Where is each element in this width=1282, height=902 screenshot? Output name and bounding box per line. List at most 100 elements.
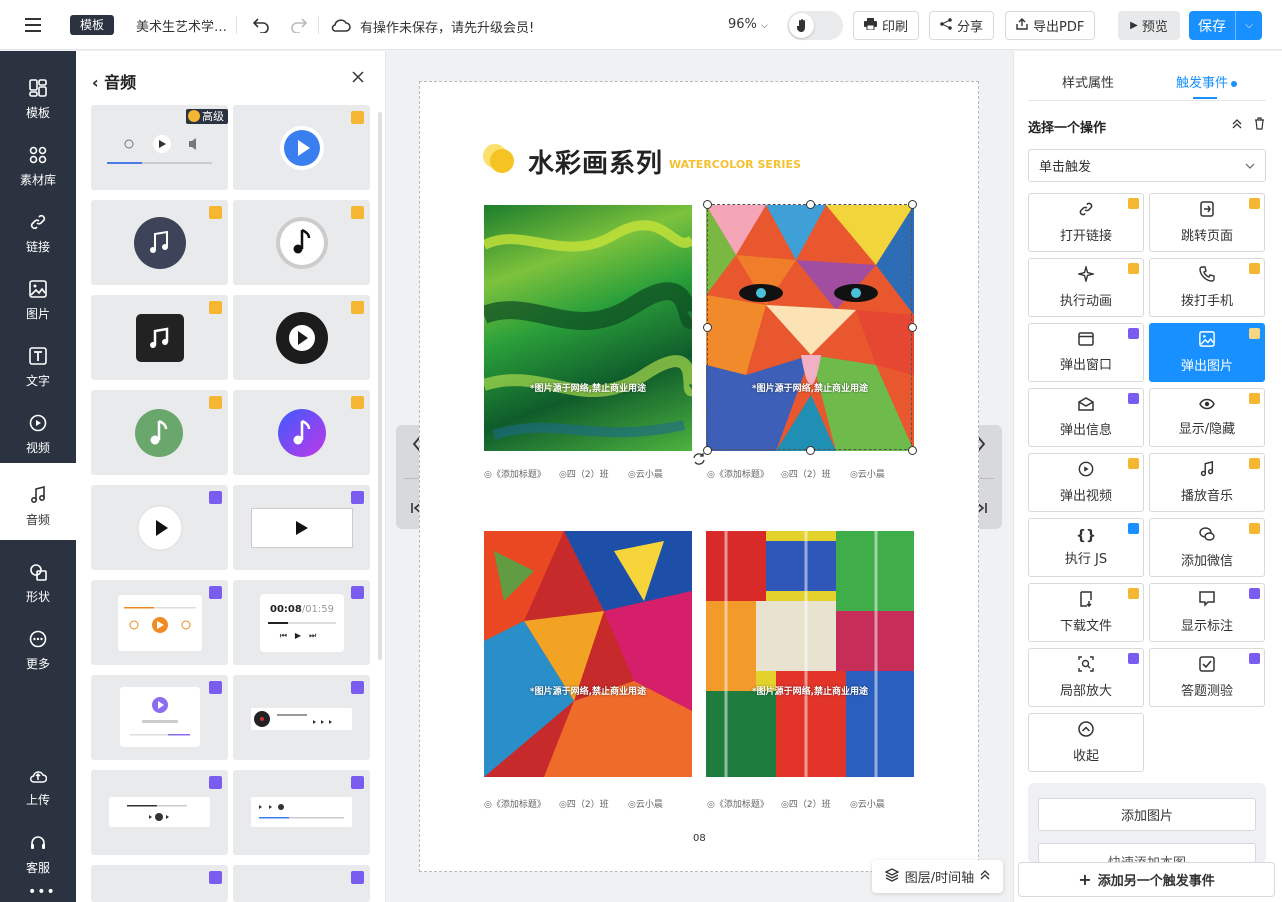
nav-item-template[interactable]: 模板 (0, 66, 76, 133)
save-dropdown-chevron-icon[interactable]: ⌵ (1235, 11, 1262, 40)
resize-handle[interactable] (703, 200, 712, 209)
resize-handle[interactable] (908, 200, 917, 209)
action-popup-image-button[interactable]: 弹出图片 (1149, 323, 1265, 382)
nav-item-upload[interactable]: 上传 (0, 754, 76, 821)
nav-item-image[interactable]: 图片 (0, 267, 76, 334)
audio-tile-blue-play[interactable] (233, 105, 370, 190)
caption-class[interactable]: ◎四（2）班 (559, 797, 609, 810)
resize-handle[interactable] (806, 200, 815, 209)
share-button[interactable]: 分享 (929, 11, 995, 40)
export-pdf-button[interactable]: 导出PDF (1005, 11, 1096, 40)
tab-style-properties[interactable]: 样式属性 (1062, 72, 1114, 91)
caption-name[interactable]: ◎云小晨 (628, 467, 663, 480)
nav-item-link[interactable]: 链接 (0, 200, 76, 267)
collapse-up-icon[interactable] (1231, 118, 1243, 134)
nav-item-materials[interactable]: 素材库 (0, 133, 76, 200)
redo-icon[interactable] (288, 14, 310, 36)
caption-name[interactable]: ◎云小晨 (850, 797, 885, 810)
selection-frame[interactable] (707, 204, 912, 450)
save-button[interactable]: 保存 ⌵ (1189, 11, 1262, 40)
hand-mode-toggle[interactable] (787, 11, 843, 40)
preview-button[interactable]: ▶ 预览 (1118, 11, 1180, 40)
layer-timeline-button[interactable]: 图层/时间轴 (872, 860, 1003, 893)
audio-tile-partial[interactable] (91, 865, 228, 902)
action-animation-button[interactable]: 执行动画 (1028, 258, 1144, 317)
panel-header[interactable]: ‹ 音频 (92, 69, 136, 93)
add-image-button[interactable]: 添加图片 (1038, 798, 1256, 831)
resize-handle[interactable] (908, 446, 917, 455)
audio-tile-square-note[interactable] (91, 295, 228, 380)
audio-tile-partial[interactable] (233, 865, 370, 902)
audio-tile-time-player[interactable]: 00:08/01:59 ⏮▶⏭ (233, 580, 370, 665)
action-jump-page-button[interactable]: 跳转页面 (1149, 193, 1265, 252)
action-play-music-button[interactable]: 播放音乐 (1149, 453, 1265, 512)
chevron-up-icon (980, 869, 990, 884)
nav-item-video[interactable]: 视频 (0, 401, 76, 468)
add-trigger-event-button[interactable]: + 添加另一个触发事件 (1018, 862, 1275, 897)
resize-handle[interactable] (806, 446, 815, 455)
caption-title[interactable]: ◎《添加标题》 (707, 467, 769, 480)
caption-title[interactable]: ◎《添加标题》 (484, 797, 546, 810)
action-phone-call-button[interactable]: 拨打手机 (1149, 258, 1265, 317)
caption-class[interactable]: ◎四（2）班 (781, 797, 831, 810)
action-show-hide-button[interactable]: 显示/隐藏 (1149, 388, 1265, 447)
close-icon[interactable] (350, 69, 366, 85)
painting-abstract-warm[interactable]: *图片源于网络,禁止商业用途 (484, 531, 692, 777)
document-title[interactable]: 美术生艺术学… (136, 16, 227, 35)
action-popup-video-button[interactable]: 弹出视频 (1028, 453, 1144, 512)
audio-tile-purple-player[interactable] (91, 675, 228, 760)
quick-add-image-button[interactable]: 快速添加本图 (1038, 843, 1256, 863)
audio-tile-rect-play[interactable] (233, 485, 370, 570)
panel-scrollbar[interactable] (378, 112, 382, 660)
action-show-annotation-button[interactable]: 显示标注 (1149, 583, 1265, 642)
nav-item-shape[interactable]: 形状 (0, 550, 76, 617)
painting-green[interactable]: *图片源于网络,禁止商业用途 (484, 205, 692, 451)
caption-title[interactable]: ◎《添加标题》 (707, 797, 769, 810)
audio-tile-compact-player[interactable] (233, 770, 370, 855)
tab-trigger-events[interactable]: 触发事件 (1176, 72, 1238, 91)
undo-icon[interactable] (250, 14, 272, 36)
action-quiz-button[interactable]: 答题测验 (1149, 648, 1265, 707)
resize-handle[interactable] (908, 323, 917, 332)
painting-abstract-bright[interactable]: *图片源于网络,禁止商业用途 (706, 531, 914, 777)
audio-tile-white-circle-play[interactable] (91, 485, 228, 570)
hamburger-menu-icon[interactable] (22, 13, 44, 37)
caption-name[interactable]: ◎云小晨 (850, 467, 885, 480)
nav-item-audio[interactable]: 音频 (0, 473, 76, 540)
caption-class[interactable]: ◎四（2）班 (559, 467, 609, 480)
audio-tile-vinyl-play[interactable] (233, 295, 370, 380)
action-zoom-region-button[interactable]: 局部放大 (1028, 648, 1144, 707)
audio-tile-player-basic[interactable]: 高级 (91, 105, 228, 190)
audio-tile-record-bar[interactable] (233, 675, 370, 760)
nav-item-text[interactable]: 文字 (0, 334, 76, 401)
action-open-link-button[interactable]: 打开链接 (1028, 193, 1144, 252)
chevron-down-icon (1245, 158, 1255, 173)
page-subtitle[interactable]: WATERCOLOR SERIES (669, 158, 801, 171)
action-run-js-button[interactable]: {} 执行 JS (1028, 518, 1144, 577)
rotate-handle-icon[interactable] (692, 452, 706, 470)
action-label: 跳转页面 (1180, 229, 1233, 244)
nav-item-support[interactable]: 客服 (0, 821, 76, 888)
audio-tile-gradient-note[interactable] (233, 390, 370, 475)
caption-class[interactable]: ◎四（2）班 (781, 467, 831, 480)
action-download-file-button[interactable]: 下载文件 (1028, 583, 1144, 642)
caption-title[interactable]: ◎《添加标题》 (484, 467, 546, 480)
page-title[interactable]: 水彩画系列 (528, 143, 663, 180)
audio-tile-bar-player[interactable] (91, 770, 228, 855)
trigger-type-select[interactable]: 单击触发 (1028, 149, 1266, 182)
resize-handle[interactable] (703, 323, 712, 332)
audio-tile-white-note[interactable] (233, 200, 370, 285)
action-add-wechat-button[interactable]: 添加微信 (1149, 518, 1265, 577)
more-dots-icon[interactable]: ••• (28, 884, 56, 900)
nav-item-more[interactable]: 更多 (0, 617, 76, 684)
caption-name[interactable]: ◎云小晨 (628, 797, 663, 810)
action-collapse-button[interactable]: 收起 (1028, 713, 1144, 772)
trash-icon[interactable] (1254, 117, 1265, 134)
print-button[interactable]: 印刷 (853, 11, 920, 40)
action-popup-message-button[interactable]: 弹出信息 (1028, 388, 1144, 447)
audio-tile-orange-player[interactable] (91, 580, 228, 665)
action-popup-window-button[interactable]: 弹出窗口 (1028, 323, 1144, 382)
zoom-level[interactable]: 96% ⌵ (728, 17, 768, 32)
audio-tile-green-note[interactable] (91, 390, 228, 475)
audio-tile-dark-note[interactable] (91, 200, 228, 285)
